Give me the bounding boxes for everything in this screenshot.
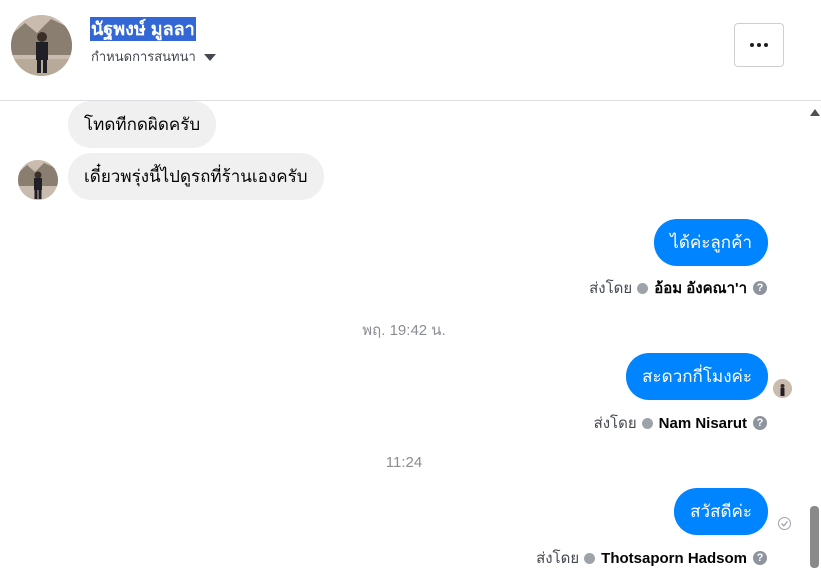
caret-down-icon <box>203 53 216 61</box>
message-bubble-incoming[interactable]: โทดทีกดผิดครับ <box>68 101 217 148</box>
contact-avatar-small[interactable] <box>18 160 58 200</box>
message-bubble-outgoing[interactable]: ได้ค่ะลูกค้า <box>654 219 768 266</box>
conversation-settings-dropdown[interactable]: กำหนดการสนทนา <box>91 48 216 66</box>
sender-name: อ้อม อังคณา'า <box>654 280 747 297</box>
verified-icon <box>641 417 653 429</box>
sent-by-line: ส่งโดย Thotsaporn Hadsom ? <box>536 546 767 570</box>
contact-avatar[interactable] <box>11 15 72 76</box>
verified-icon <box>637 282 649 294</box>
conversation-settings-label: กำหนดการสนทนา <box>91 49 196 64</box>
sent-by-label: ส่งโดย <box>536 550 580 567</box>
message-bubble-incoming[interactable]: เดี๋ยวพรุ่งนี้ไปดูรถที่ร้านเองครับ <box>68 153 324 200</box>
scroll-up-arrow-icon[interactable] <box>810 109 820 116</box>
help-icon[interactable]: ? <box>753 551 767 565</box>
sender-name: Nam Nisarut <box>658 414 747 432</box>
sent-check-icon <box>778 517 791 530</box>
scroll-thumb[interactable] <box>810 506 819 568</box>
contact-name[interactable]: นัฐพงษ์ มูลลา <box>90 17 196 41</box>
conversation-header: นัฐพงษ์ มูลลา กำหนดการสนทนา <box>0 0 821 101</box>
thread-scrollbar[interactable] <box>808 101 821 580</box>
timestamp-divider: 11:24 <box>385 454 423 471</box>
message-bubble-outgoing[interactable]: สวัสดีค่ะ <box>674 488 768 535</box>
help-icon[interactable]: ? <box>753 281 767 295</box>
more-horizontal-icon <box>750 43 754 47</box>
sent-by-line: ส่งโดย Nam Nisarut ? <box>594 411 767 435</box>
verified-icon <box>584 552 596 564</box>
sent-by-label: ส่งโดย <box>593 415 637 432</box>
message-bubble-outgoing[interactable]: สะดวกกี่โมงค่ะ <box>626 353 768 400</box>
sender-name: Thotsaporn Hadsom <box>601 549 747 567</box>
sent-by-line: ส่งโดย อ้อม อังคณา'า ? <box>589 276 767 300</box>
message-thread[interactable]: โทดทีกดผิดครับ เดี๋ยวพรุ่งนี้ไปดูรถที่ร้… <box>0 101 808 580</box>
help-icon[interactable]: ? <box>753 416 767 430</box>
timestamp-divider: พฤ. 19:42 น. <box>362 322 446 339</box>
seen-avatar-icon <box>773 379 792 398</box>
more-options-button[interactable] <box>734 23 784 67</box>
sent-by-label: ส่งโดย <box>589 280 633 297</box>
